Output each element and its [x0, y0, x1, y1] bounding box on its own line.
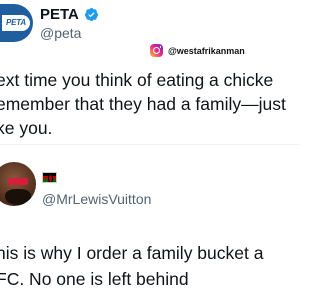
tweet2-text-line: his is why I order a family bucket a	[0, 243, 264, 263]
verified-badge-icon	[84, 7, 98, 22]
kenya-flag-icon	[42, 172, 57, 183]
tweet2-text: his is why I order a family bucket a FC.…	[0, 240, 263, 292]
instagram-icon	[150, 44, 163, 57]
tweet2-handle[interactable]: @MrLewisVuitton	[42, 191, 151, 207]
mrlewisvuitton-avatar[interactable]	[0, 162, 36, 206]
peta-logo: PETA	[2, 15, 30, 31]
tweet1-name-row: PETA	[40, 6, 99, 23]
tweet1-handle[interactable]: @peta	[40, 25, 81, 41]
tweet1-text-line: emember that they had a family—just	[0, 94, 286, 114]
tweet1-text-line: ext time you think of eating a chicke	[0, 70, 274, 90]
tweet-screenshot: PETA PETA @peta @westafrikanman ext time…	[0, 0, 300, 300]
watermark-text: @westafrikanman	[168, 45, 245, 56]
sunglasses	[8, 178, 28, 185]
peta-avatar[interactable]: PETA	[0, 4, 33, 42]
tweet2-text-line: FC. No one is left behind	[0, 269, 189, 289]
divider	[0, 144, 300, 145]
tweet1-display-name[interactable]: PETA	[40, 6, 79, 23]
beard	[5, 189, 31, 205]
peta-logo-text: PETA	[6, 18, 26, 27]
watermark: @westafrikanman	[150, 44, 245, 57]
tweet1-text-line: ke you.	[0, 118, 53, 138]
tweet1-text: ext time you think of eating a chicke em…	[0, 68, 286, 140]
